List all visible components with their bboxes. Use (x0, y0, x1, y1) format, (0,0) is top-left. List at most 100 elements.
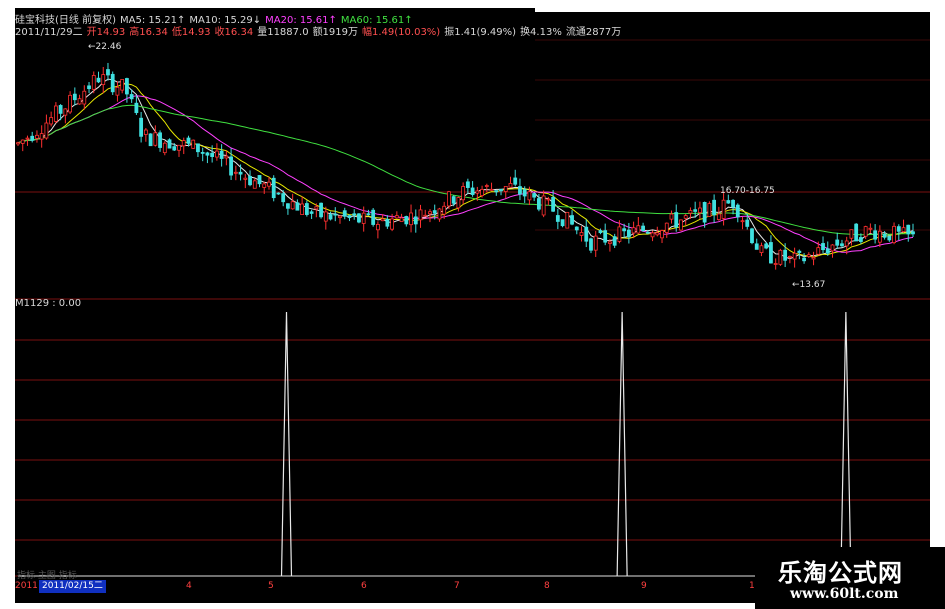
candle-body (821, 243, 825, 251)
candle-body (20, 139, 25, 144)
candle-body (494, 190, 499, 193)
quote-field-6: 额1919万 (312, 27, 359, 38)
candle-body (584, 226, 589, 242)
candle-body (754, 243, 759, 250)
quote-field-1: 开14.93 (86, 27, 126, 38)
candle-body (740, 220, 745, 223)
quote-field-2: 高16.34 (129, 27, 168, 38)
candle-body (323, 211, 328, 222)
candle-body (892, 225, 896, 244)
candle-body (314, 206, 319, 210)
watermark-title: 乐淘公式网 (778, 558, 903, 587)
candle-body (447, 191, 451, 207)
candle-body (541, 195, 546, 216)
candle-body (560, 219, 565, 227)
candle-body (783, 249, 788, 261)
candle-body (352, 213, 357, 216)
candle-body (480, 189, 484, 196)
candle-body (707, 203, 712, 217)
candle-body (565, 211, 570, 229)
header-field-0: 硅宝科技(日线 前复权) (15, 15, 116, 26)
candle-body (281, 193, 286, 203)
candle-body (702, 202, 707, 223)
candle-body (96, 77, 101, 83)
candle-body (650, 232, 655, 238)
candle-body (787, 256, 792, 258)
candle-body (626, 229, 631, 238)
candle-body (849, 229, 854, 239)
header-info-line-1: 硅宝科技(日线 前复权) MA5: 15.21↑ MA10: 15.29↓ MA20:… (15, 15, 417, 27)
candle-body (162, 142, 167, 154)
candle-body (115, 86, 120, 96)
terminal-background (15, 8, 930, 603)
candle-body (338, 215, 342, 218)
candle-body (901, 227, 906, 232)
candle-body (375, 224, 380, 231)
quote-field-0: 2011/11/29二 (15, 27, 83, 38)
candle-body (750, 228, 754, 244)
candle-body (53, 105, 58, 122)
candle-body (437, 208, 442, 220)
candle-body (513, 177, 518, 185)
candle-body (645, 231, 650, 234)
candle-body (688, 210, 693, 214)
candle-body (546, 198, 551, 201)
candle-body (262, 183, 267, 188)
candle-body (120, 79, 125, 91)
candle-body (484, 185, 489, 187)
candle-body (617, 226, 622, 242)
candle-body (399, 217, 404, 222)
header-info-line-2: 2011/11/29二 开14.93 高16.34 低14.93 收16.34 量1188… (15, 27, 625, 39)
candle-body (371, 209, 376, 225)
selected-date[interactable]: 2011/02/15二 (39, 580, 106, 593)
candle-body (792, 252, 797, 260)
candle-body (357, 213, 361, 223)
candle-body (413, 216, 418, 225)
candle-body (522, 189, 527, 197)
candle-body (603, 230, 608, 243)
quote-field-3: 低14.93 (171, 27, 211, 38)
candle-body (712, 199, 717, 216)
candle-body (309, 211, 314, 214)
candle-body (233, 171, 238, 174)
candle-body (148, 133, 153, 147)
candle-body (863, 226, 868, 237)
candle-body (854, 223, 859, 242)
candle-body (101, 74, 106, 85)
candle-body (191, 139, 196, 149)
candle-body (589, 238, 593, 251)
candle-body (669, 213, 674, 220)
candle-body (110, 73, 115, 93)
year-label: 2011 (15, 581, 38, 591)
month-tick: 8 (544, 581, 550, 591)
header-field-3: MA20: 15.61↑ (265, 15, 337, 26)
candle-body (44, 122, 49, 139)
candle-body (347, 215, 352, 219)
candle-body (361, 212, 366, 224)
candle-body (844, 240, 849, 247)
candle-body (631, 227, 636, 234)
candle-body (210, 152, 215, 157)
candle-body (72, 93, 77, 101)
candle-body (465, 181, 470, 188)
candle-body (319, 202, 323, 218)
candle-body (139, 117, 144, 137)
candle-body (721, 199, 726, 219)
candle-body (257, 175, 262, 185)
candle-body (134, 102, 139, 114)
quote-field-10: 流通2877万 (565, 27, 622, 38)
month-tick: 9 (641, 581, 647, 591)
candle-body (219, 150, 224, 159)
candle-body (608, 241, 612, 244)
candle-body (205, 152, 210, 156)
candle-body (423, 214, 428, 217)
candle-body (499, 188, 503, 192)
candle-body (428, 211, 432, 215)
candle-body (887, 235, 892, 241)
candle-body (461, 186, 466, 201)
candle-body (286, 203, 290, 209)
candle-body (745, 219, 750, 227)
candle-body (342, 210, 347, 217)
candle-body (77, 98, 82, 105)
candle-body (859, 237, 863, 242)
